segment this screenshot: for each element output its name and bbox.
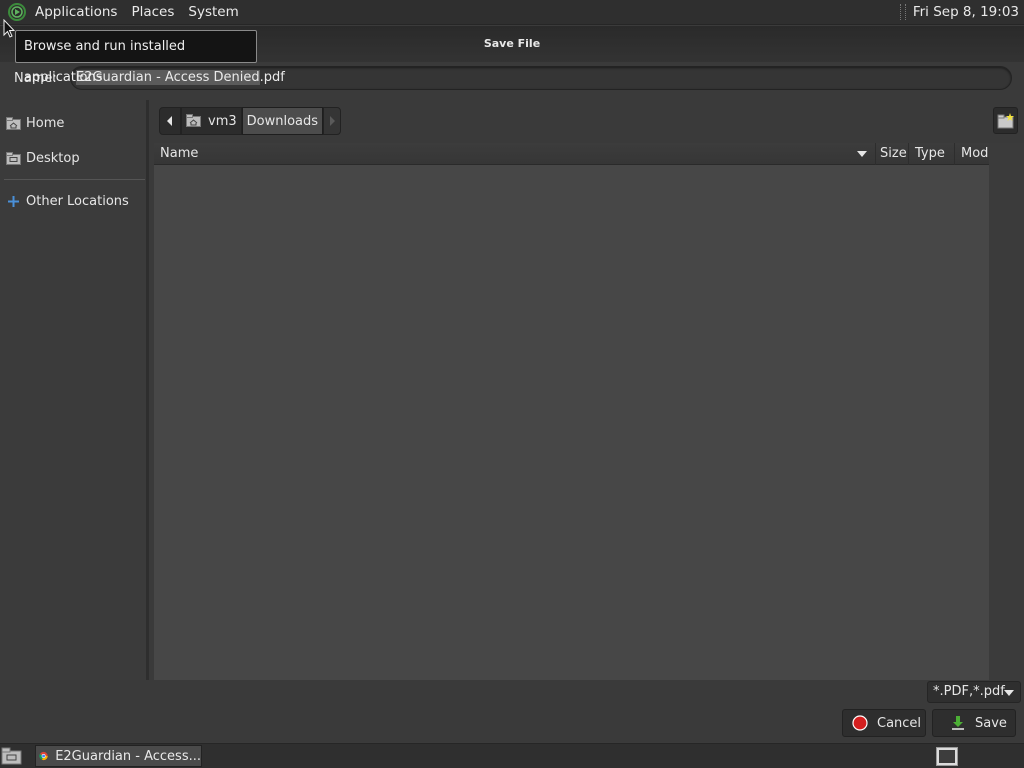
path-bar: vm3 Downloads — [159, 106, 342, 136]
show-desktop-icon[interactable] — [1, 747, 23, 765]
column-header-type[interactable]: Type — [909, 143, 955, 165]
top-panel: Applications Places System Fri Sep 8, 19… — [0, 0, 1024, 25]
path-segment-label: Downloads — [246, 113, 319, 129]
sidebar-item-desktop[interactable]: Desktop — [6, 148, 80, 168]
column-header-size[interactable]: Size — [876, 143, 909, 165]
filename-extension: .pdf — [259, 70, 285, 85]
file-list[interactable]: Name Size Type Modif — [154, 143, 989, 680]
menu-applications[interactable]: Applications — [28, 0, 124, 25]
workspace-switcher[interactable] — [936, 747, 958, 766]
cancel-button-label: Cancel — [877, 715, 922, 731]
home-folder-icon — [186, 114, 201, 127]
path-segment-downloads[interactable]: Downloads — [241, 107, 324, 135]
cancel-icon — [852, 715, 868, 731]
chevron-right-icon — [330, 116, 336, 126]
desktop-folder-icon — [6, 151, 21, 165]
sidebar-item-label: Home — [26, 115, 65, 131]
file-list-scroll-area — [989, 143, 1024, 680]
save-button[interactable]: Save — [932, 709, 1016, 737]
save-file-dialog: Save File Name: E2Guardian - Access Deni… — [0, 26, 1024, 742]
filename-selected-text: E2Guardian - Access Denied — [76, 70, 260, 85]
taskbar-window-title: E2Guardian - Access... — [55, 748, 201, 764]
save-download-icon — [952, 716, 964, 730]
new-folder-icon — [997, 112, 1014, 128]
chevron-left-icon — [167, 116, 172, 126]
chevron-down-icon — [1004, 690, 1014, 696]
path-segment-vm3[interactable]: vm3 — [181, 107, 242, 135]
plus-icon — [8, 195, 19, 207]
sidebar-item-home[interactable]: Home — [6, 113, 64, 133]
column-header-modified[interactable]: Modif — [955, 143, 989, 165]
panel-separator — [899, 4, 906, 20]
mouse-cursor-icon — [3, 19, 15, 38]
menu-system[interactable]: System — [181, 0, 245, 25]
create-folder-button[interactable] — [993, 107, 1018, 134]
menu-places[interactable]: Places — [124, 0, 181, 25]
path-segment-label: vm3 — [208, 113, 237, 129]
path-back-button[interactable] — [159, 107, 181, 135]
taskbar-window-button[interactable]: E2Guardian - Access... — [35, 745, 202, 767]
sidebar-item-label: Desktop — [26, 150, 80, 166]
file-type-filter-value: *.PDF,*.pdf — [933, 684, 1005, 699]
sidebar-item-label: Other Locations — [26, 193, 129, 209]
column-header-label: Name — [160, 146, 199, 161]
places-sidebar: Home Desktop Other Locations — [0, 100, 149, 680]
cancel-button[interactable]: Cancel — [842, 709, 926, 737]
column-headers: Name Size Type Modif — [154, 143, 989, 165]
home-folder-icon — [6, 116, 21, 130]
clock[interactable]: Fri Sep 8, 19:03 — [913, 4, 1024, 20]
chrome-icon — [39, 751, 48, 761]
sort-descending-icon — [857, 151, 867, 157]
column-header-name[interactable]: Name — [154, 143, 876, 165]
sidebar-separator — [4, 179, 145, 180]
tooltip: Browse and run installed applications — [15, 30, 257, 85]
file-type-filter[interactable]: *.PDF,*.pdf — [927, 681, 1021, 703]
save-button-label: Save — [975, 715, 1007, 731]
path-forward-button[interactable] — [323, 107, 342, 135]
filename-input[interactable]: E2Guardian - Access Denied.pdf — [70, 66, 1012, 90]
bottom-taskbar: E2Guardian - Access... — [0, 743, 1024, 768]
sidebar-item-other-locations[interactable]: Other Locations — [6, 191, 129, 211]
